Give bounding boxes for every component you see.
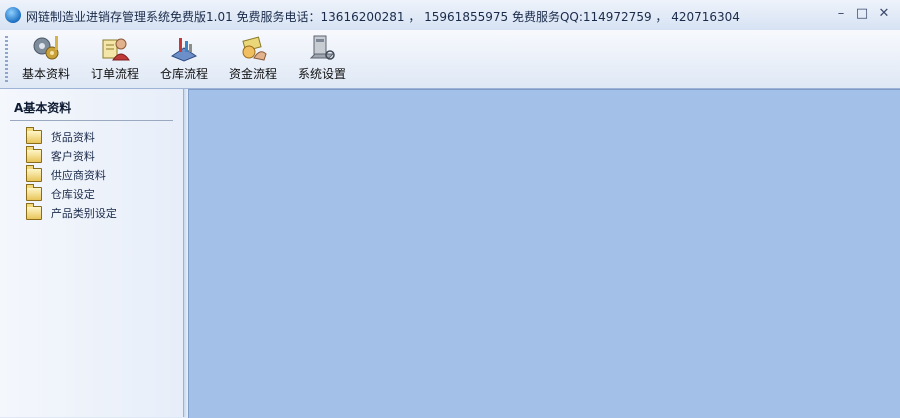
app-globe-icon	[5, 7, 21, 23]
sidebar-item-suppliers[interactable]: 供应商资料	[26, 165, 106, 185]
main-workspace	[188, 89, 900, 418]
window-title: 网链制造业进销存管理系统免费版1.01 免费服务电话：13616200281 ，…	[26, 10, 740, 24]
toolbar-system-settings-button[interactable]: 系统设置	[290, 34, 354, 84]
money-icon	[238, 34, 268, 62]
close-button[interactable]: ✕	[875, 6, 893, 22]
sidebar-item-label: 供应商资料	[50, 169, 106, 182]
order-icon	[100, 34, 130, 62]
main-toolbar: 基本资料 订单流程 仓库流程 资金流程 系统设置	[0, 30, 900, 89]
sidebar-item-label: 产品类别设定	[50, 207, 117, 220]
toolbar-label: 订单流程	[90, 67, 139, 81]
toolbar-order-flow-button[interactable]: 订单流程	[83, 34, 147, 84]
sidebar-item-label: 客户资料	[50, 150, 95, 163]
folder-icon	[26, 203, 42, 220]
title-bar: 网链制造业进销存管理系统免费版1.01 免费服务电话：13616200281 ，…	[0, 0, 900, 31]
gears-icon	[31, 34, 61, 62]
toolbar-label: 仓库流程	[159, 67, 208, 81]
toolbar-label: 资金流程	[228, 67, 277, 81]
toolbar-basic-data-button[interactable]: 基本资料	[14, 34, 78, 84]
toolbar-label: 基本资料	[21, 67, 70, 81]
sidebar-item-label: 仓库设定	[50, 188, 95, 201]
sidebar: A基本资料 货品资料 客户资料 供应商资料 仓库设定 产品类别设定	[0, 89, 184, 417]
folder-icon	[26, 184, 42, 201]
folder-icon	[26, 127, 42, 144]
toolbar-grip[interactable]	[5, 36, 8, 82]
toolbar-warehouse-flow-button[interactable]: 仓库流程	[152, 34, 216, 84]
toolbar-label: 系统设置	[297, 67, 346, 81]
sidebar-item-warehouse-settings[interactable]: 仓库设定	[26, 184, 95, 204]
sidebar-item-goods[interactable]: 货品资料	[26, 127, 95, 147]
sidebar-item-customers[interactable]: 客户资料	[26, 146, 95, 166]
folder-icon	[26, 165, 42, 182]
minimize-button[interactable]: –	[832, 6, 850, 22]
warehouse-icon	[169, 34, 199, 62]
sidebar-item-product-categories[interactable]: 产品类别设定	[26, 203, 117, 223]
toolbar-money-flow-button[interactable]: 资金流程	[221, 34, 285, 84]
sidebar-section-title[interactable]: A基本资料	[14, 99, 71, 116]
maximize-button[interactable]: □	[853, 6, 871, 22]
settings-icon	[307, 34, 337, 62]
folder-icon	[26, 146, 42, 163]
section-divider	[10, 120, 173, 121]
sidebar-item-label: 货品资料	[50, 131, 95, 144]
